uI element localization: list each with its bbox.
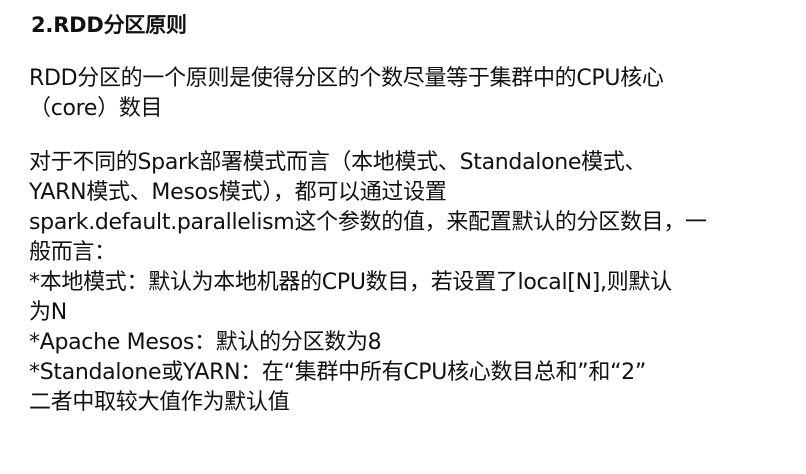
text-line: spark.default.parallelism这个参数的值，来配置默认的分区… (29, 210, 707, 235)
list-item-local-mode: *本地模式：默认为本地机器的CPU数目，若设置了local[N],则默认 (29, 270, 672, 295)
text-line: 般而言： (29, 240, 116, 265)
text-line: （core）数目 (29, 96, 163, 121)
list-item-mesos: *Apache Mesos：默认的分区数为8 (29, 330, 382, 355)
list-item-standalone-yarn: *Standalone或YARN：在“集群中所有CPU核心数目总和”和“2” (29, 360, 646, 385)
text-line: YARN模式、Mesos模式），都可以通过设置 (29, 180, 447, 205)
paragraph-partition-principle: RDD分区的一个原则是使得分区的个数尽量等于集群中的CPU核心 （core）数目 (29, 64, 789, 124)
slide: 2.RDD分区原则 RDD分区的一个原则是使得分区的个数尽量等于集群中的CPU核… (0, 0, 806, 474)
text-line: RDD分区的一个原则是使得分区的个数尽量等于集群中的CPU核心 (29, 66, 664, 91)
text-line: 对于不同的Spark部署模式而言（本地模式、Standalone模式、 (29, 150, 647, 175)
text-line: 二者中取较大值作为默认值 (29, 390, 290, 415)
paragraph-deploy-modes: 对于不同的Spark部署模式而言（本地模式、Standalone模式、 YARN… (29, 148, 789, 418)
slide-title: 2.RDD分区原则 (31, 13, 187, 37)
text-line: 为N (29, 300, 67, 325)
